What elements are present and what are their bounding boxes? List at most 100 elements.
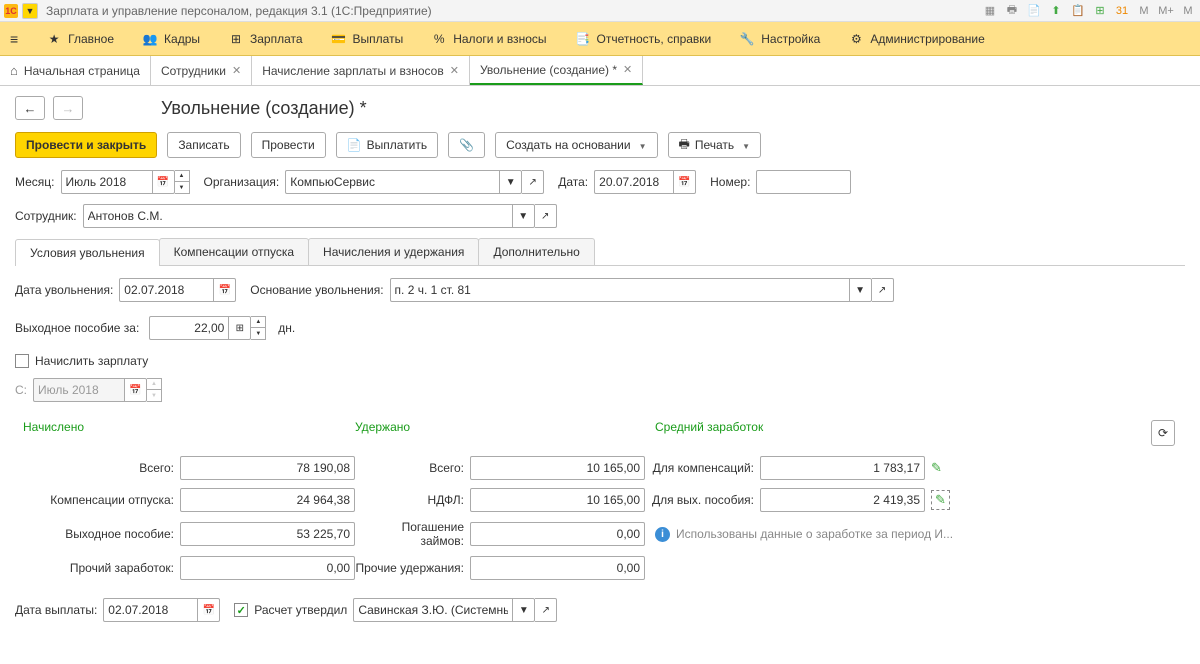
from-input bbox=[33, 378, 125, 402]
section-accrued: Начислено bbox=[15, 420, 355, 446]
comp-vac-value bbox=[180, 488, 355, 512]
date-calendar-button[interactable]: 📅 bbox=[674, 170, 696, 194]
basis-label: Основание увольнения: bbox=[250, 283, 383, 297]
print-button[interactable]: 🖶Печать bbox=[668, 132, 762, 158]
basis-dropdown-button[interactable]: ▼ bbox=[850, 278, 872, 302]
dismissal-date-calendar-button[interactable]: 📅 bbox=[214, 278, 236, 302]
post-and-close-button[interactable]: Провести и закрыть bbox=[15, 132, 157, 158]
menu-reports[interactable]: 📑Отчетность, справки bbox=[575, 22, 712, 55]
for-sev-value bbox=[760, 488, 925, 512]
burger-menu[interactable]: ≡ bbox=[10, 22, 18, 55]
tab-employees[interactable]: Сотрудники✕ bbox=[151, 56, 252, 85]
other-income-value bbox=[180, 556, 355, 580]
tb-calendar-icon[interactable]: 31 bbox=[1114, 3, 1130, 19]
accrue-salary-label: Начислить зарплату bbox=[35, 354, 148, 368]
month-calendar-button[interactable]: 📅 bbox=[153, 170, 175, 194]
refresh-button[interactable]: ⟳ bbox=[1151, 420, 1175, 446]
basis-input[interactable] bbox=[390, 278, 850, 302]
edit-pencil-icon[interactable]: ✎ bbox=[931, 460, 942, 476]
menu-settings[interactable]: 🔧Настройка bbox=[739, 22, 820, 55]
menu-admin[interactable]: ⚙Администрирование bbox=[848, 22, 984, 55]
total-accrued-label: Всего: bbox=[15, 461, 180, 475]
subtab-compensation[interactable]: Компенсации отпуска bbox=[159, 238, 309, 265]
days-suffix: дн. bbox=[278, 321, 295, 335]
approver-dropdown-button[interactable]: ▼ bbox=[513, 598, 535, 622]
info-text: Использованы данные о заработке за перио… bbox=[676, 527, 953, 541]
approver-input[interactable] bbox=[353, 598, 513, 622]
from-spinner: ▲▼ bbox=[147, 378, 162, 402]
tab-accruals[interactable]: Начисление зарплаты и взносов✕ bbox=[252, 56, 470, 85]
page-title: Увольнение (создание) * bbox=[161, 98, 367, 119]
approver-open-button[interactable]: ↗ bbox=[535, 598, 557, 622]
severance-days-input[interactable] bbox=[149, 316, 229, 340]
star-icon: ★ bbox=[46, 31, 62, 47]
severance-spinner[interactable]: ▲▼ bbox=[251, 316, 266, 340]
section-withheld: Удержано bbox=[355, 420, 655, 446]
pay-date-calendar-button[interactable]: 📅 bbox=[198, 598, 220, 622]
tab-dismissal[interactable]: Увольнение (создание) *✕ bbox=[470, 56, 643, 85]
people-icon: 👥 bbox=[142, 31, 158, 47]
subtab-additional[interactable]: Дополнительно bbox=[478, 238, 594, 265]
open-tabs: ⌂Начальная страница Сотрудники✕ Начислен… bbox=[0, 56, 1200, 86]
wallet-icon: 💳 bbox=[331, 31, 347, 47]
attach-button[interactable]: 📎 bbox=[448, 132, 485, 158]
severance-calc-button[interactable]: ⊞ bbox=[229, 316, 251, 340]
employee-dropdown-button[interactable]: ▼ bbox=[513, 204, 535, 228]
menu-taxes[interactable]: %Налоги и взносы bbox=[431, 22, 546, 55]
menu-staff[interactable]: 👥Кадры bbox=[142, 22, 200, 55]
menu-main[interactable]: ★Главное bbox=[46, 22, 114, 55]
tb-sidebar-icon[interactable]: ▦ bbox=[982, 3, 998, 19]
number-input[interactable] bbox=[756, 170, 851, 194]
wrench-icon: 🔧 bbox=[739, 31, 755, 47]
other-withheld-label: Прочие удержания: bbox=[355, 561, 470, 575]
tb-calc-icon[interactable]: ⊞ bbox=[1092, 3, 1108, 19]
employee-label: Сотрудник: bbox=[15, 209, 77, 223]
month-spinner[interactable]: ▲▼ bbox=[175, 170, 190, 194]
month-input[interactable] bbox=[61, 170, 153, 194]
tb-mplus-icon[interactable]: M+ bbox=[1158, 3, 1174, 19]
tab-home[interactable]: ⌂Начальная страница bbox=[0, 56, 151, 85]
create-based-on-button[interactable]: Создать на основании bbox=[495, 132, 657, 158]
severance-value bbox=[180, 522, 355, 546]
post-button[interactable]: Провести bbox=[251, 132, 326, 158]
tb-up-icon[interactable]: ⬆ bbox=[1048, 3, 1064, 19]
app-menu-dropdown[interactable]: ▼ bbox=[22, 3, 38, 19]
close-icon[interactable]: ✕ bbox=[232, 64, 241, 77]
tb-doc-icon[interactable]: 📄 bbox=[1026, 3, 1042, 19]
total-accrued-value bbox=[180, 456, 355, 480]
org-dropdown-button[interactable]: ▼ bbox=[500, 170, 522, 194]
close-icon[interactable]: ✕ bbox=[450, 64, 459, 77]
window-titlebar: 1C ▼ Зарплата и управление персоналом, р… bbox=[0, 0, 1200, 22]
from-label: С: bbox=[15, 383, 27, 397]
org-open-button[interactable]: ↗ bbox=[522, 170, 544, 194]
dismissal-date-input[interactable] bbox=[119, 278, 214, 302]
nav-forward-button[interactable]: → bbox=[53, 96, 83, 120]
other-withheld-value bbox=[470, 556, 645, 580]
employee-input[interactable] bbox=[83, 204, 513, 228]
org-input[interactable] bbox=[285, 170, 500, 194]
pay-button[interactable]: 📄Выплатить bbox=[336, 132, 438, 158]
org-label: Организация: bbox=[204, 175, 280, 189]
approved-checkbox[interactable] bbox=[234, 603, 248, 617]
tb-m-icon[interactable]: M bbox=[1136, 3, 1152, 19]
employee-open-button[interactable]: ↗ bbox=[535, 204, 557, 228]
subtab-accruals[interactable]: Начисления и удержания bbox=[308, 238, 479, 265]
menu-salary[interactable]: ⊞Зарплата bbox=[228, 22, 303, 55]
menu-payments[interactable]: 💳Выплаты bbox=[331, 22, 404, 55]
pay-date-input[interactable] bbox=[103, 598, 198, 622]
dismissal-subtabs: Условия увольнения Компенсации отпуска Н… bbox=[15, 238, 1185, 266]
subtab-conditions[interactable]: Условия увольнения bbox=[15, 239, 160, 266]
tb-print-icon[interactable]: 🖶 bbox=[1004, 3, 1020, 19]
accrue-salary-checkbox[interactable] bbox=[15, 354, 29, 368]
nav-back-button[interactable]: ← bbox=[15, 96, 45, 120]
tb-m2-icon[interactable]: M bbox=[1180, 3, 1196, 19]
save-button[interactable]: Записать bbox=[167, 132, 240, 158]
date-input[interactable] bbox=[594, 170, 674, 194]
month-label: Месяц: bbox=[15, 175, 55, 189]
percent-icon: % bbox=[431, 31, 447, 47]
pay-icon: 📄 bbox=[347, 138, 362, 152]
edit-dashed-icon[interactable]: ✎ bbox=[931, 490, 950, 510]
basis-open-button[interactable]: ↗ bbox=[872, 278, 894, 302]
tb-clipboard-icon[interactable]: 📋 bbox=[1070, 3, 1086, 19]
close-icon[interactable]: ✕ bbox=[623, 63, 632, 76]
